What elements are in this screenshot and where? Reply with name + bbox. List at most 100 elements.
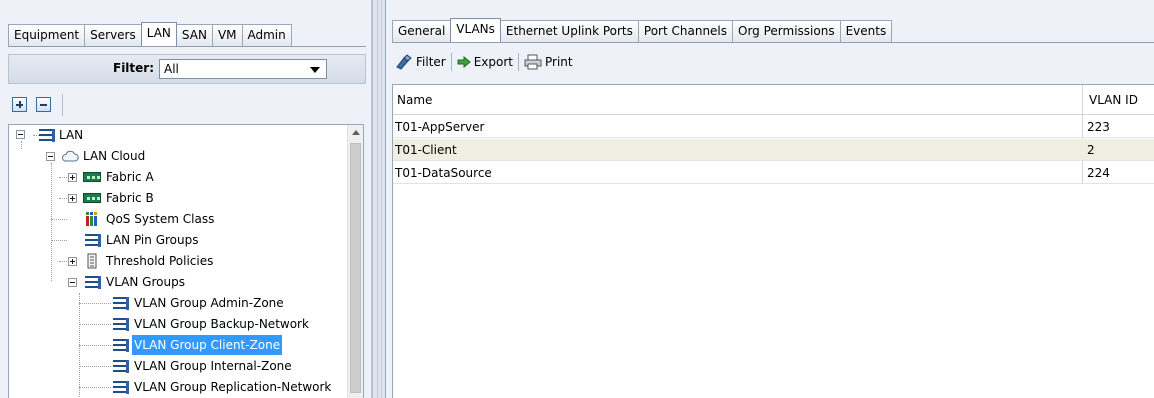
toolbar-separator xyxy=(518,53,519,71)
tree-node-fabric-b[interactable]: Fabric B xyxy=(9,188,349,208)
cloud-icon xyxy=(61,150,79,162)
tab-ethernet-uplink-ports[interactable]: Ethernet Uplink Ports xyxy=(499,20,639,42)
tree-node-vlan-group[interactable]: VLAN Group Backup-Network xyxy=(9,314,349,334)
detail-tab-bar: General VLANs Ethernet Uplink Ports Port… xyxy=(392,18,893,42)
export-button-label: Export xyxy=(473,55,513,69)
tab-lan[interactable]: LAN xyxy=(140,22,177,46)
tree-node-label: VLAN Group Internal-Zone xyxy=(134,359,292,373)
tree-toolbar xyxy=(8,94,366,116)
tab-vm[interactable]: VM xyxy=(211,24,243,46)
tab-equipment[interactable]: Equipment xyxy=(8,24,86,46)
filter-label: Filter: xyxy=(113,61,155,75)
column-header-vlan-id[interactable]: VLAN ID xyxy=(1085,85,1154,115)
lan-icon xyxy=(39,129,55,142)
vlan-group-icon xyxy=(113,297,129,310)
tree-scrollbar[interactable] xyxy=(347,125,363,398)
tree-node-lan[interactable]: LAN xyxy=(9,125,349,145)
expand-all-button[interactable] xyxy=(12,97,27,112)
filter-dropdown[interactable]: All xyxy=(159,59,327,79)
tree-node-qos-system-class[interactable]: QoS System Class xyxy=(9,209,349,229)
toolbar-separator xyxy=(62,94,63,116)
print-button[interactable]: Print xyxy=(521,51,576,73)
tree-node-label: VLAN Group Backup-Network xyxy=(134,317,309,331)
scroll-up-arrow-icon[interactable] xyxy=(352,130,360,135)
collapse-toggle[interactable] xyxy=(16,130,25,139)
tree-node-label: VLAN Group Admin-Zone xyxy=(134,296,284,310)
tab-servers[interactable]: Servers xyxy=(84,24,142,46)
printer-icon xyxy=(524,54,542,70)
nav-tab-bar: Equipment Servers LAN SAN VM Admin xyxy=(8,22,292,46)
minus-icon xyxy=(40,104,47,106)
tab-events[interactable]: Events xyxy=(839,20,893,42)
qos-icon xyxy=(86,212,97,226)
export-button[interactable]: Export xyxy=(454,51,516,73)
table-row-selected[interactable]: T01-Client 2 xyxy=(393,139,1154,161)
chevron-down-icon xyxy=(310,67,320,73)
tree-node-vlan-groups[interactable]: VLAN Groups xyxy=(9,272,349,292)
toolbar-separator xyxy=(450,53,452,71)
tab-org-permissions[interactable]: Org Permissions xyxy=(732,20,841,42)
tree-node-vlan-group[interactable]: VLAN Group Replication-Network xyxy=(9,377,349,397)
vlan-group-icon xyxy=(113,318,129,331)
navigation-tree: LAN LAN Cloud Fabric A Fabric B QoS Syst… xyxy=(8,124,364,398)
tree-node-label: VLAN Group Replication-Network xyxy=(134,380,332,394)
tab-general[interactable]: General xyxy=(392,20,452,42)
tree-node-fabric-a[interactable]: Fabric A xyxy=(9,167,349,187)
tab-san[interactable]: SAN xyxy=(175,24,213,46)
table-toolbar: Filter Export Print xyxy=(392,48,1154,76)
fabric-interconnect-icon xyxy=(83,193,101,203)
plus-icon-stroke xyxy=(19,101,21,108)
vlan-group-icon xyxy=(113,339,129,352)
cell-name: T01-AppServer xyxy=(395,120,485,134)
tree-node-label: QoS System Class xyxy=(106,212,215,226)
table-header: Name VLAN ID xyxy=(393,85,1154,115)
vlans-table: Name VLAN ID T01-AppServer 223 T01-Clien… xyxy=(392,84,1154,398)
column-header-name[interactable]: Name xyxy=(393,85,1079,115)
arrow-right-icon xyxy=(457,56,471,68)
tab-admin[interactable]: Admin xyxy=(241,24,292,46)
tab-vlans[interactable]: VLANs xyxy=(450,18,501,42)
pin-groups-icon xyxy=(85,234,101,247)
tree-node-label: VLAN Groups xyxy=(106,275,185,289)
tree-node-vlan-group[interactable]: VLAN Group Client-Zone xyxy=(9,335,349,355)
tree-node-vlan-group[interactable]: VLAN Group Admin-Zone xyxy=(9,293,349,313)
tab-bar-divider xyxy=(8,46,366,47)
tree-node-label-selected: VLAN Group Client-Zone xyxy=(132,335,283,355)
threshold-policy-icon xyxy=(87,253,97,269)
collapse-toggle[interactable] xyxy=(46,152,55,161)
navigation-pane: Equipment Servers LAN SAN VM Admin Filte… xyxy=(0,0,372,398)
cell-vlan-id: 2 xyxy=(1087,143,1095,157)
pane-splitter[interactable] xyxy=(372,0,386,398)
vlan-groups-icon xyxy=(85,276,101,289)
filter-value: All xyxy=(164,62,179,76)
scrollbar-thumb[interactable] xyxy=(350,143,361,393)
table-row[interactable]: T01-DataSource 224 xyxy=(393,162,1154,184)
tab-port-channels[interactable]: Port Channels xyxy=(637,20,734,42)
expand-toggle[interactable] xyxy=(68,194,77,203)
collapse-toggle[interactable] xyxy=(68,278,77,287)
tree-node-label: LAN Pin Groups xyxy=(106,233,199,247)
tab-bar-divider xyxy=(392,42,1154,43)
tree-node-label: LAN xyxy=(59,128,84,142)
tree-node-label: Fabric A xyxy=(106,170,154,184)
cell-name: T01-Client xyxy=(395,143,457,157)
tree-node-lan-cloud[interactable]: LAN Cloud xyxy=(9,146,349,166)
collapse-all-button[interactable] xyxy=(36,97,51,112)
filter-bar: Filter: All xyxy=(8,54,366,84)
tree-node-label: Threshold Policies xyxy=(106,254,214,268)
filter-button[interactable]: Filter xyxy=(392,51,449,73)
filter-button-label: Filter xyxy=(416,55,446,69)
print-button-label: Print xyxy=(545,55,573,69)
tree-node-label: LAN Cloud xyxy=(83,149,146,163)
vlan-group-icon xyxy=(113,381,129,394)
tree-node-label: Fabric B xyxy=(106,191,154,205)
tree-node-vlan-group[interactable]: VLAN Group Internal-Zone xyxy=(9,356,349,376)
detail-pane: General VLANs Ethernet Uplink Ports Port… xyxy=(386,0,1154,398)
tree-node-threshold-policies[interactable]: Threshold Policies xyxy=(9,251,349,271)
expand-toggle[interactable] xyxy=(68,257,77,266)
expand-toggle[interactable] xyxy=(68,173,77,182)
tree-node-lan-pin-groups[interactable]: LAN Pin Groups xyxy=(9,230,349,250)
cell-vlan-id: 224 xyxy=(1087,166,1110,180)
fabric-interconnect-icon xyxy=(83,172,101,182)
table-row[interactable]: T01-AppServer 223 xyxy=(393,116,1154,138)
